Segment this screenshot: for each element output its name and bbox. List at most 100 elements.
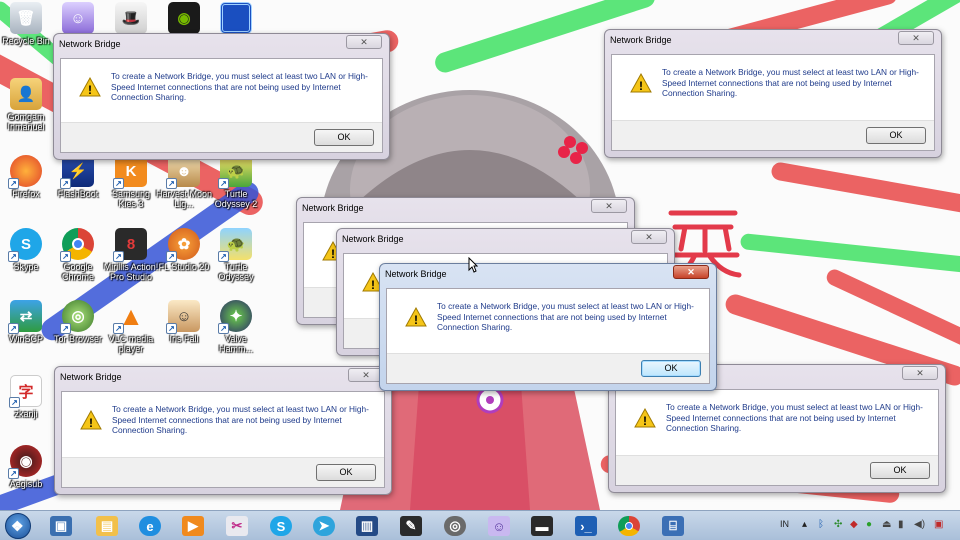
desktop-icon-firefox[interactable]: ↗ Firefox: [0, 155, 55, 199]
desktop-icon-tor-browser[interactable]: ◎ ↗ Tor Browser: [49, 300, 107, 344]
ok-button[interactable]: OK: [316, 464, 376, 481]
desktop-icon-nvidia[interactable]: ◉: [155, 2, 213, 36]
taskbar-pen-tablet[interactable]: ✎: [396, 514, 426, 538]
warning-icon: !: [634, 408, 656, 428]
show-hidden-icons-icon[interactable]: ▴: [802, 519, 807, 530]
close-button[interactable]: ✕: [346, 35, 382, 49]
desktop-icon-winscp[interactable]: ⇄ ↗ WinSCP: [0, 300, 55, 344]
desktop-icon-valve-hammer[interactable]: ✦ ↗ Valve Hamm...: [207, 300, 265, 354]
desktop-icon-square-app[interactable]: [207, 2, 265, 36]
close-button[interactable]: ✕: [898, 31, 934, 45]
close-button[interactable]: ✕: [631, 230, 667, 244]
taskbar-file-manager[interactable]: ▤: [92, 514, 122, 538]
taskbar-windows-explorer[interactable]: ▣: [46, 514, 76, 538]
iris-fall-icon: ☺ ↗: [166, 300, 200, 334]
desktop-icon-flashboot[interactable]: ⚡ ↗ FlashBoot: [49, 155, 107, 199]
tray-app-icon[interactable]: ✣: [834, 519, 842, 530]
network-icon: ⌸: [662, 516, 684, 536]
taskbar-snipping-tool[interactable]: ✂: [222, 514, 252, 538]
ok-button[interactable]: OK: [866, 127, 926, 144]
dialog-message: To create a Network Bridge, you must sel…: [112, 404, 369, 435]
svg-text:!: !: [639, 79, 643, 93]
close-button[interactable]: ✕: [902, 366, 938, 380]
ok-button[interactable]: OK: [870, 462, 930, 479]
windows-logo-icon: ❖: [11, 518, 24, 534]
close-button[interactable]: ✕: [673, 265, 709, 279]
dialog-titlebar[interactable]: Network Bridge ✕: [54, 34, 389, 58]
tray-usb-icon[interactable]: ⏏: [882, 519, 891, 530]
dialog-body: ! To create a Network Bridge, you must s…: [60, 58, 383, 153]
dialog-body: ! To create a Network Bridge, you must s…: [611, 54, 935, 151]
skype-icon: S: [270, 516, 292, 536]
recycle-bin-icon: 🗑: [10, 2, 42, 34]
desktop-icon-recycle-bin[interactable]: 🗑 Recycle Bin: [0, 2, 55, 46]
taskbar-chrome[interactable]: [614, 514, 644, 538]
studio-icon: 8 ↗: [113, 228, 147, 262]
network-bridge-dialog[interactable]: Network Bridge ✕ ! To create a Network B…: [604, 29, 942, 158]
svg-text:!: !: [643, 414, 647, 428]
network-bridge-dialog[interactable]: Network Bridge ✕ ! To create a Network B…: [53, 33, 390, 160]
taskbar-telegram[interactable]: ➤: [309, 514, 339, 538]
snipping-tool-icon: ✂: [226, 516, 248, 536]
desktop-icon-turtle-odyssey-2[interactable]: 🐢 ↗ Turtle Odyssey 2: [207, 155, 265, 209]
language-indicator[interactable]: IN: [780, 519, 789, 529]
svg-text:!: !: [89, 416, 93, 430]
svg-text:!: !: [331, 247, 335, 261]
dialog-titlebar[interactable]: Network Bridge ✕: [337, 229, 674, 253]
bluetooth-icon[interactable]: ᛒ: [818, 519, 824, 530]
gimp-icon: ◎: [444, 516, 466, 536]
desktop-icon-samsung-kies[interactable]: K ↗ Samsung Kies 3: [102, 155, 160, 209]
zkanji-icon: 字 ↗: [9, 375, 42, 408]
taskbar-network[interactable]: ⌸: [658, 514, 688, 538]
tray-battery-icon[interactable]: ▮: [898, 519, 904, 530]
anime-app-icon: ☺: [62, 2, 94, 34]
taskbar-book-app[interactable]: ▬: [527, 514, 557, 538]
system-tray: IN ▴ ᛒ ✣ ◆ ● ⏏ ▮ ◀) ▣: [774, 511, 954, 540]
warning-icon: !: [80, 410, 102, 430]
dialog-titlebar[interactable]: Network Bridge ✕: [380, 264, 716, 288]
dialog-titlebar[interactable]: Network Bridge ✕: [297, 198, 634, 222]
tray-shield-icon[interactable]: ◆: [850, 519, 858, 530]
dialog-message: To create a Network Bridge, you must sel…: [662, 67, 919, 98]
dialog-message: To create a Network Bridge, you must sel…: [437, 301, 694, 332]
turtle-odyssey-icon: 🐢 ↗: [218, 228, 252, 262]
desktop-icon-iris-fall[interactable]: ☺ ↗ Iris Fall: [155, 300, 213, 344]
network-bridge-dialog-active[interactable]: Network Bridge ✕ ! To create a Network B…: [379, 263, 717, 391]
desktop-icon-fl-studio[interactable]: ✿ ↗ FL Studio 20: [155, 228, 213, 272]
dialog-titlebar[interactable]: Network Bridge ✕: [605, 30, 941, 54]
desktop-icon-zkanji[interactable]: 字 ↗ zkanji: [0, 375, 55, 419]
taskbar-anime-app[interactable]: ☺: [484, 514, 514, 538]
winscp-icon: ⇄ ↗: [8, 300, 42, 334]
taskbar-skype[interactable]: S: [266, 514, 296, 538]
dialog-message: To create a Network Bridge, you must sel…: [666, 402, 923, 433]
close-button[interactable]: ✕: [591, 199, 627, 213]
desktop-icon-harvest-moon[interactable]: ☻ ↗ Harvest Moon Lig...: [155, 155, 213, 209]
network-bridge-dialog[interactable]: Network Bridge ✕ ! To create a Network B…: [54, 366, 392, 495]
start-button[interactable]: ❖: [5, 513, 31, 539]
dialog-titlebar[interactable]: Network Bridge ✕: [55, 367, 391, 391]
chrome-icon: [618, 516, 640, 536]
taskbar-internet-explorer[interactable]: e: [135, 514, 165, 538]
desktop-icon-anime-app[interactable]: ☺: [49, 2, 107, 36]
network-status-icon[interactable]: ▣: [934, 519, 943, 530]
taskbar-powershell[interactable]: ›_: [571, 514, 601, 538]
tray-check-icon[interactable]: ●: [866, 519, 872, 530]
desktop-icon-vlc[interactable]: ▲ ↗ VLC media player: [102, 300, 160, 355]
taskbar-remote-desktop[interactable]: ▥: [352, 514, 382, 538]
telegram-icon: ➤: [313, 516, 335, 536]
desktop-icon-turtle-odyssey[interactable]: 🐢 ↗ Turtle Odyssey: [207, 228, 265, 282]
vlc-icon: ▲ ↗: [113, 300, 147, 334]
taskbar-gimp[interactable]: ◎: [440, 514, 470, 538]
desktop-icon-gomgam[interactable]: 👤 Gomgam Inmanuel: [0, 78, 55, 132]
desktop-icon-studio[interactable]: 8 ↗ Mirillis Action! Pro Studio: [102, 228, 160, 282]
svg-text:!: !: [88, 83, 92, 97]
desktop-icon-aegisub[interactable]: ◉ ↗ Aegisub: [0, 445, 55, 489]
desktop-icon-skype[interactable]: S ↗ Skype: [0, 228, 55, 272]
taskbar-media-player[interactable]: ▶: [178, 514, 208, 538]
desktop-icon-top-hat-app[interactable]: 🎩: [102, 2, 160, 36]
volume-icon[interactable]: ◀): [914, 519, 925, 530]
ok-button[interactable]: OK: [641, 360, 701, 377]
svg-text:!: !: [414, 313, 418, 327]
desktop-icon-chrome[interactable]: ↗ Google Chrome: [49, 228, 107, 282]
ok-button[interactable]: OK: [314, 129, 374, 146]
